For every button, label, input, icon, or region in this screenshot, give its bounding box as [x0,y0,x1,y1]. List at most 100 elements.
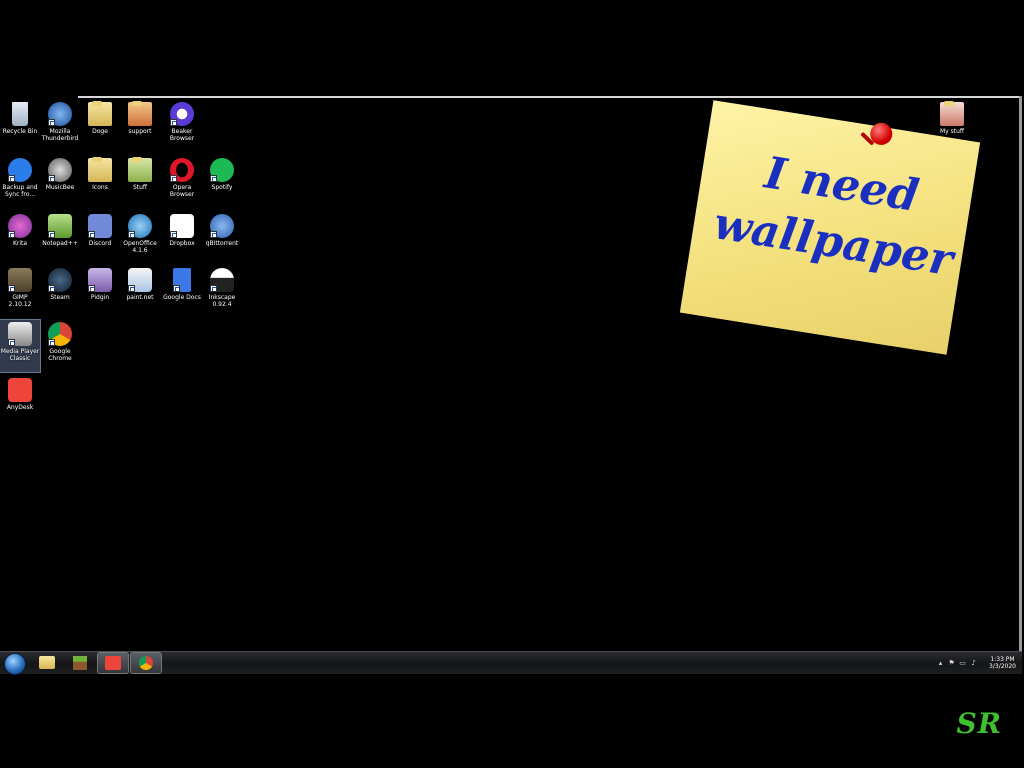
desktop-icon-stuff[interactable]: Stuff [120,156,160,208]
anydesk-icon [105,656,121,670]
desktop-icon-label: Recycle Bin [2,128,38,135]
sticky-note-text: I need wallpaper [710,147,957,287]
desktop-icon-backup-and-sync[interactable]: Backup and Sync fro... [0,156,40,208]
system-tray: ▴ ⚑ ▭ ♪ 1:33 PM 3/3/2020 [937,652,1016,674]
desktop-icon-support[interactable]: support [120,100,160,152]
network-icon[interactable]: ▭ [959,659,966,667]
desktop-icon-label: Dropbox [169,240,195,247]
steam-icon [48,268,72,292]
watermark-logo: SR [956,707,1002,740]
desktop-icon-paint-net[interactable]: paint.net [120,266,160,318]
google-docs-icon [173,268,191,292]
taskbar-anydesk[interactable] [97,652,129,674]
media-player-classic-icon [8,322,32,346]
desktop-icon-label: Pidgin [90,294,110,301]
folder-icon [88,157,112,182]
start-orb-icon[interactable] [4,653,26,675]
desktop-icon-gimp[interactable]: GIMP 2.10.12 [0,266,40,318]
minecraft-icon [73,656,87,670]
desktop-icon-label: Beaker Browser [169,128,195,142]
wallpaper-sticky-note: I need wallpaper [679,100,981,355]
krita-icon [8,214,32,238]
desktop-icon-label: Google Docs [163,294,201,301]
desktop-icon-label: MusicBee [45,184,75,191]
desktop-icon-label: Krita [12,240,28,247]
thunderbird-icon [48,102,72,126]
folder-icon [128,101,152,126]
show-hidden-icons-chevron-icon[interactable]: ▴ [937,659,944,667]
desktop-icon-label: Doge [92,128,108,135]
desktop-icon-inkscape[interactable]: Inkscape 0.92.4 [202,266,242,318]
discord-icon [88,214,112,238]
desktop-icon-label: Mozilla Thunderbird [41,128,79,142]
file-explorer-icon [39,656,55,669]
desktop-icon-label: support [128,128,152,135]
desktop-icon-label: AnyDesk [6,404,34,411]
gimp-icon [8,268,32,292]
desktop-icon-label: Stuff [132,184,148,191]
google-backup-icon [8,158,32,182]
desktop-icon-google-docs[interactable]: Google Docs [162,266,202,318]
desktop-icon-label: Inkscape 0.92.4 [208,294,236,308]
folder-icon [88,101,112,126]
desktop-icon-anydesk[interactable]: AnyDesk [0,376,40,428]
desktop-icon-thunderbird[interactable]: Mozilla Thunderbird [40,100,80,152]
notepad-plus-plus-icon [48,214,72,238]
desktop-icon-beaker-browser[interactable]: Beaker Browser [162,100,202,152]
desktop-icon-opera[interactable]: Opera Browser [162,156,202,208]
desktop-icon-label: Spotify [211,184,233,191]
desktop-icon-discord[interactable]: Discord [80,212,120,264]
desktop-icon-label: Icons [92,184,108,191]
desktop-icon-dropbox[interactable]: Dropbox [162,212,202,264]
inkscape-icon [210,268,234,292]
clock[interactable]: 1:33 PM 3/3/2020 [989,656,1016,670]
musicbee-icon [48,158,72,182]
desktop-icon-qbittorrent[interactable]: qBittorrent [202,212,242,264]
desktop-icon-icons[interactable]: Icons [80,156,120,208]
desktop-icon-label: paint.net [126,294,154,301]
screen-top-edge [78,96,1022,98]
desktop-icon-krita[interactable]: Krita [0,212,40,264]
taskbar-minecraft[interactable] [65,653,95,673]
folder-icon [128,157,152,182]
desktop-icon-label: Steam [50,294,70,301]
openoffice-icon [128,214,152,238]
action-center-flag-icon[interactable]: ⚑ [948,659,955,667]
desktop-icon-steam[interactable]: Steam [40,266,80,318]
desktop-icon-musicbee[interactable]: MusicBee [40,156,80,208]
chrome-icon [139,656,153,670]
desktop-icon-chrome[interactable]: Google Chrome [40,320,80,372]
taskbar-file-explorer[interactable] [32,653,62,673]
dropbox-icon [170,214,194,238]
opera-icon [170,158,194,182]
taskbar-chrome[interactable] [130,652,162,674]
volume-icon[interactable]: ♪ [970,659,977,667]
desktop-icon-label: Backup and Sync fro... [2,184,38,198]
desktop-icon-spotify[interactable]: Spotify [202,156,242,208]
desktop-icon-notepad-plus-plus[interactable]: Notepad++ [40,212,80,264]
screen-right-edge [1019,96,1022,672]
pidgin-icon [88,268,112,292]
chrome-icon [48,322,72,346]
desktop-icon-label: GIMP 2.10.12 [8,294,32,308]
clock-date: 3/3/2020 [989,663,1016,670]
desktop-icon-recycle-bin[interactable]: Recycle Bin [0,100,40,152]
desktop-icon-label: Discord [88,240,112,247]
beaker-browser-icon [170,102,194,126]
desktop-icon-doge[interactable]: Doge [80,100,120,152]
desktop-icon-label: Google Chrome [48,348,72,362]
recycle-bin-icon [12,102,28,126]
desktop-icon-label: My stuff [939,128,965,135]
spotify-icon [210,158,234,182]
anydesk-icon [8,378,32,402]
clock-time: 1:33 PM [990,656,1015,663]
qbittorrent-icon [210,214,234,238]
paint-net-icon [128,268,152,292]
desktop-icon-label: Media Player Classic [0,348,40,362]
desktop-icon-label: OpenOffice 4.1.6 [123,240,157,254]
desktop-icon-media-player-classic[interactable]: Media Player Classic [0,319,41,373]
folder-icon [940,101,964,126]
desktop-icon-pidgin[interactable]: Pidgin [80,266,120,318]
desktop-icon-label: qBittorrent [205,240,239,247]
desktop-icon-openoffice[interactable]: OpenOffice 4.1.6 [120,212,160,264]
